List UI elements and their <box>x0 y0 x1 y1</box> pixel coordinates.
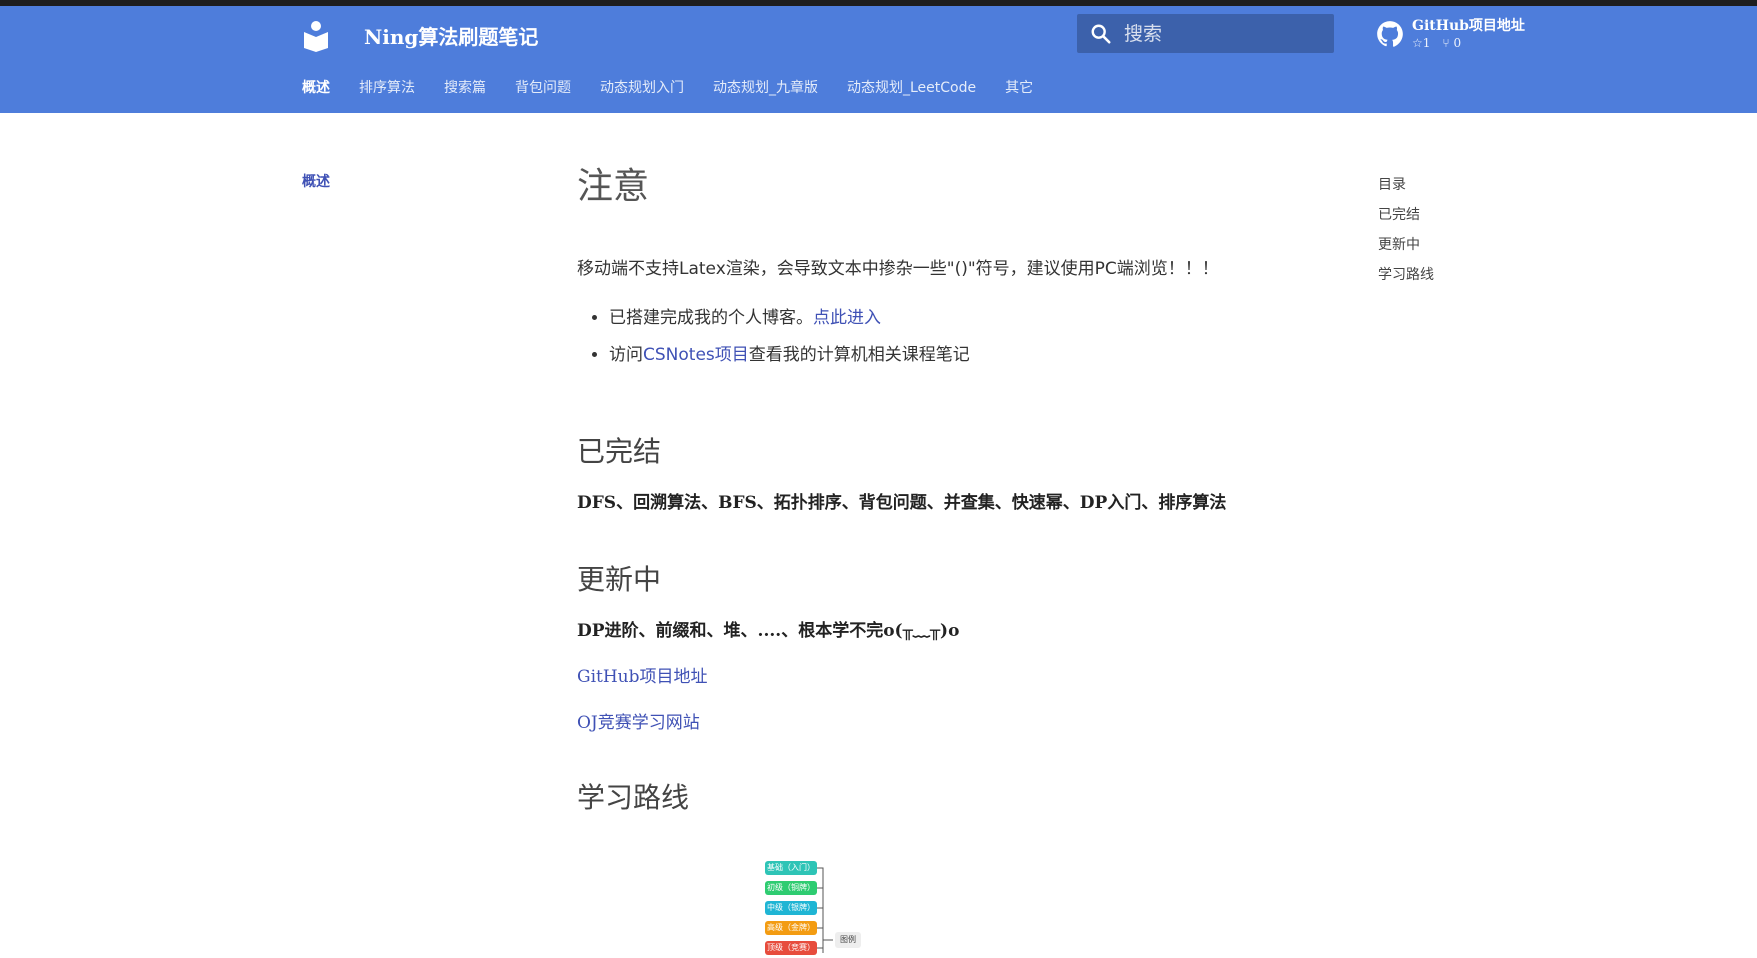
book-reader-logo-icon[interactable] <box>302 20 330 52</box>
search-input[interactable] <box>1122 17 1326 50</box>
section-heading-updating: 更新中 <box>577 563 662 596</box>
tab-knapsack[interactable]: 背包问题 <box>515 76 571 100</box>
roadmap-node-gold: 高级（金牌） <box>765 921 817 935</box>
search-box[interactable] <box>1077 14 1334 53</box>
table-of-contents: 目录 已完结 更新中 学习路线 <box>1378 170 1434 290</box>
roadmap-legend: 图例 <box>835 932 861 948</box>
fork-count: ⑂ 0 <box>1442 36 1462 50</box>
main-content: 注意 移动端不支持Latex渲染，会导致文本中掺杂一些"()"符号，建议使用PC… <box>577 160 1277 814</box>
roadmap-node-bronze: 初级（铜牌） <box>765 881 817 895</box>
toc-item-updating[interactable]: 更新中 <box>1378 230 1434 260</box>
roadmap-node-top: 顶级（竞赛） <box>765 941 817 955</box>
top-nav-tabs: 概述 排序算法 搜索篇 背包问题 动态规划入门 动态规划_九章版 动态规划_Le… <box>302 76 1062 100</box>
blog-link[interactable]: 点此进入 <box>813 308 881 328</box>
tab-dp-jiuzhang[interactable]: 动态规划_九章版 <box>713 76 818 100</box>
roadmap-node-basic: 基础（入门） <box>765 861 817 875</box>
section-heading-done: 已完结 <box>577 435 662 468</box>
page-title: 注意 <box>577 166 650 207</box>
updating-topics: DP进阶、前缀和、堆、....、根本学不完o(╥﹏╥)o <box>577 621 960 641</box>
oj-site-link[interactable]: OJ竞赛学习网站 <box>577 708 700 733</box>
list-item: 访问CSNotes项目查看我的计算机相关课程笔记 <box>609 337 970 374</box>
toc-item-done[interactable]: 已完结 <box>1378 200 1434 230</box>
repo-name: GitHub项目地址 <box>1412 18 1525 34</box>
github-project-link[interactable]: GitHub项目地址 <box>577 662 708 687</box>
star-icon: ☆ <box>1412 36 1423 50</box>
done-topics: DFS、回溯算法、BFS、拓扑排序、背包问题、并查集、快速幂、DP入门、排序算法 <box>577 493 1227 513</box>
section-heading-roadmap: 学习路线 <box>577 781 690 814</box>
site-title[interactable]: Ning算法刷题笔记 <box>364 20 538 54</box>
tab-search[interactable]: 搜索篇 <box>444 76 486 100</box>
tab-other[interactable]: 其它 <box>1005 76 1033 100</box>
csnotes-link[interactable]: CSNotes项目 <box>643 345 749 365</box>
site-header: Ning算法刷题笔记 GitHub项目地址 ☆1 ⑂ 0 概述 排序算法 搜索篇… <box>0 6 1757 113</box>
fork-icon: ⑂ <box>1442 36 1450 50</box>
intro-links-list: 已搭建完成我的个人博客。点此进入 访问CSNotes项目查看我的计算机相关课程笔… <box>577 300 970 374</box>
tab-overview[interactable]: 概述 <box>302 76 330 100</box>
roadmap-node-silver: 中级（银牌） <box>765 901 817 915</box>
toc-item-contents[interactable]: 目录 <box>1378 170 1434 200</box>
sidebar-item-overview[interactable]: 概述 <box>302 170 330 194</box>
toc-item-roadmap[interactable]: 学习路线 <box>1378 260 1434 290</box>
list-item: 已搭建完成我的个人博客。点此进入 <box>609 300 970 337</box>
mobile-notice: 移动端不支持Latex渲染，会导致文本中掺杂一些"()"符号，建议使用PC端浏览… <box>577 259 1219 279</box>
left-sidebar-nav: 概述 <box>302 170 330 194</box>
tab-dp-leetcode[interactable]: 动态规划_LeetCode <box>847 76 976 100</box>
tab-dp-intro[interactable]: 动态规划入门 <box>600 76 684 100</box>
search-icon[interactable] <box>1090 23 1112 45</box>
github-repo-link[interactable]: GitHub项目地址 ☆1 ⑂ 0 <box>1376 14 1556 54</box>
learning-roadmap-image: 基础（入门） 初级（铜牌） 中级（银牌） 高级（金牌） 顶级（竞赛） 图例 <box>765 858 885 958</box>
star-count: ☆1 <box>1412 36 1431 50</box>
tab-sorting[interactable]: 排序算法 <box>359 76 415 100</box>
github-icon <box>1377 21 1403 47</box>
